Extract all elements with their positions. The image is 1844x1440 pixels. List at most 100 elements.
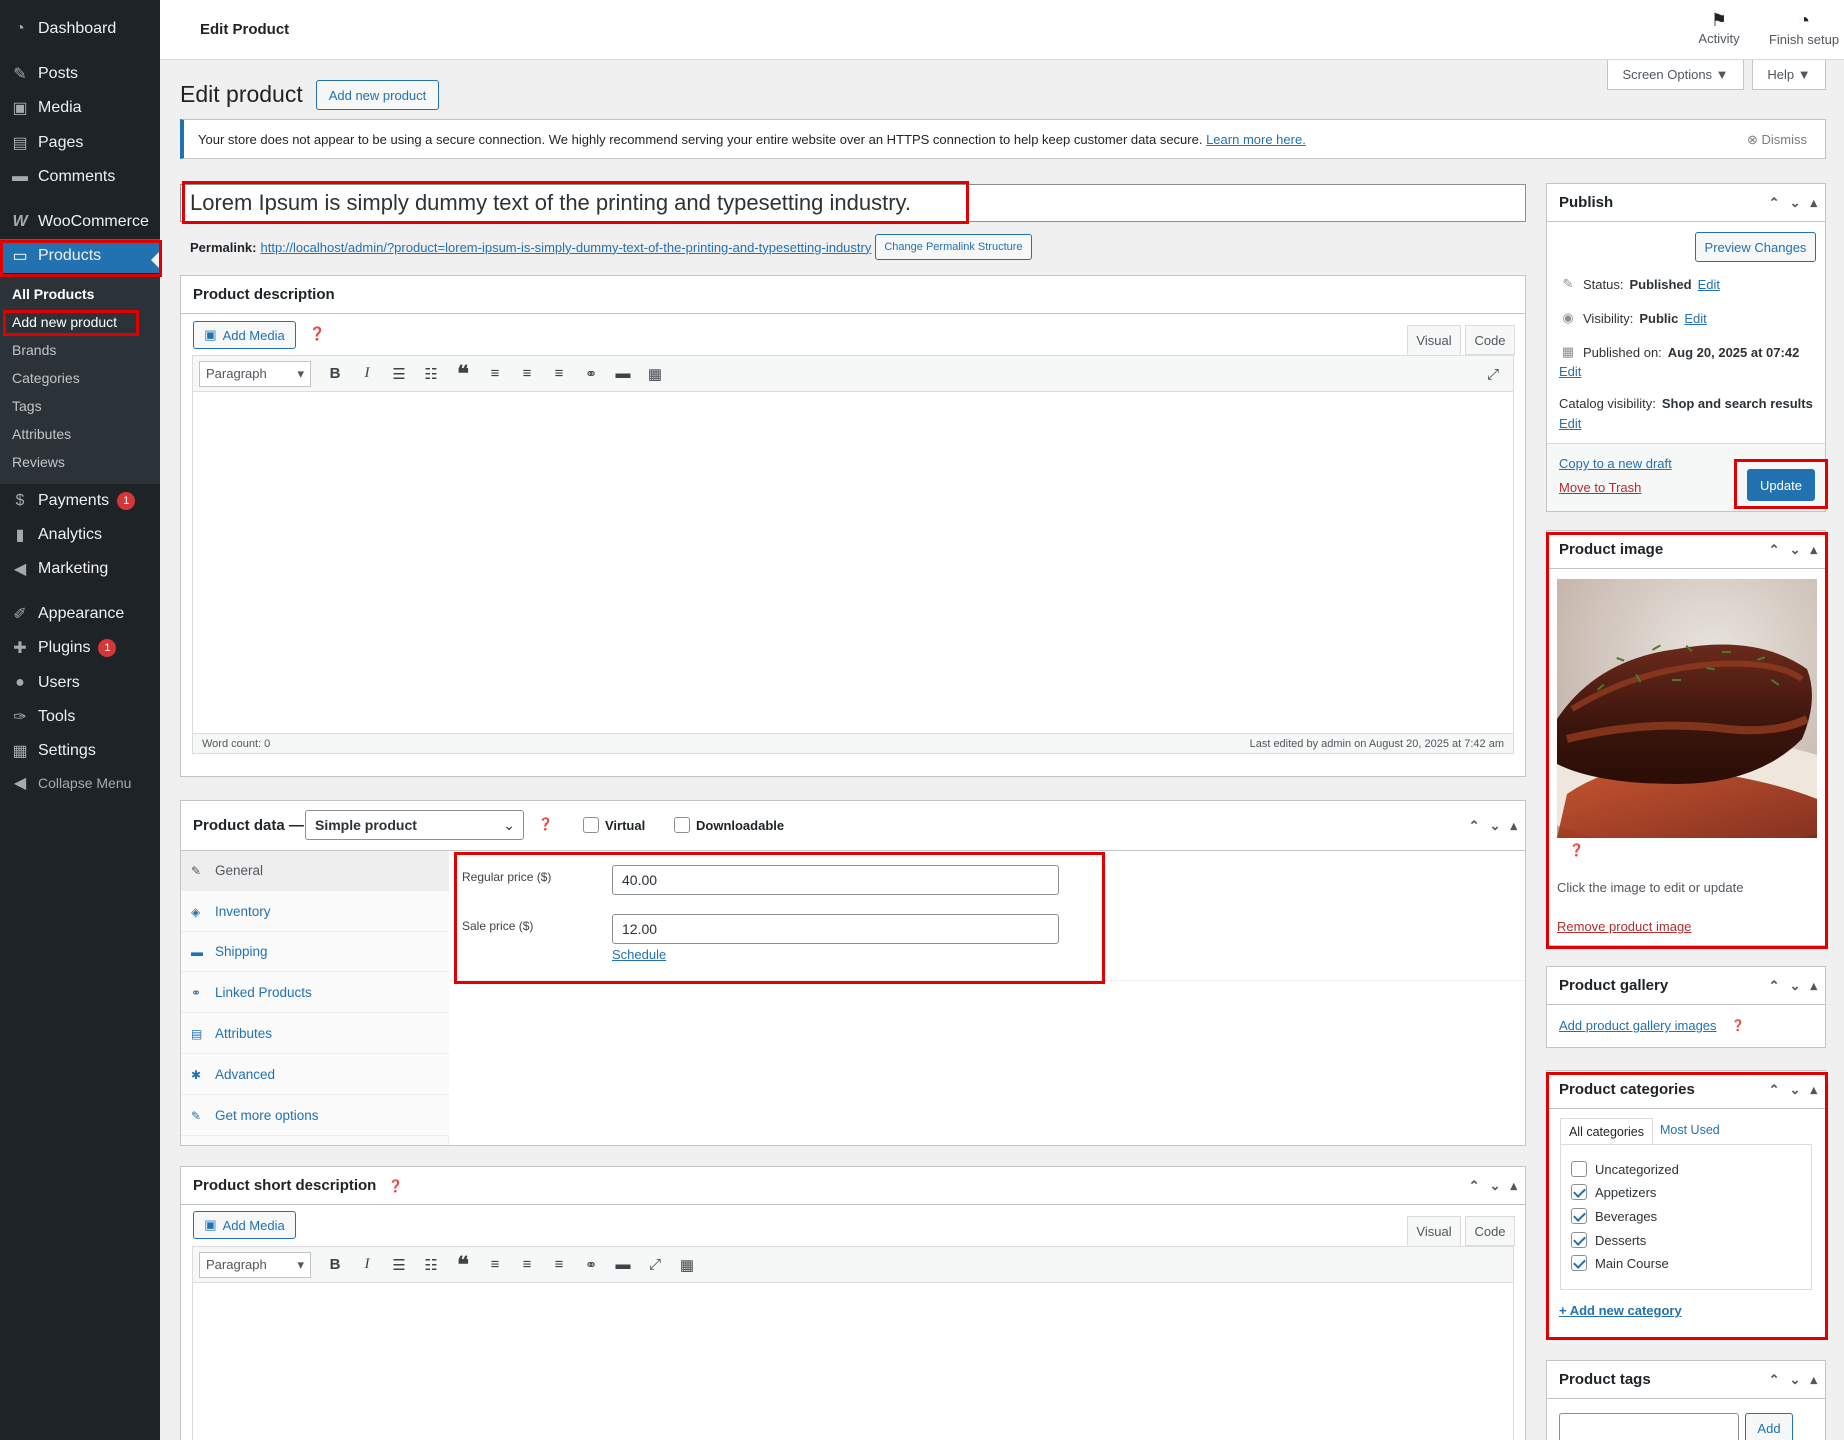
help-icon[interactable]: ❓	[388, 1179, 403, 1193]
downloadable-checkbox[interactable]: Downloadable	[674, 817, 784, 833]
move-down-icon[interactable]: ⌄	[1490, 818, 1501, 834]
menu-settings[interactable]: ▦ Settings	[0, 734, 160, 768]
checkbox-checked[interactable]	[1571, 1208, 1587, 1224]
menu-media[interactable]: ▣ Media	[0, 91, 160, 125]
add-tag-button[interactable]: Add	[1745, 1413, 1793, 1440]
sale-price-input[interactable]: 12.00	[612, 914, 1059, 944]
permalink-url[interactable]: http://localhost/admin/?product=lorem-ip…	[260, 240, 871, 255]
move-down-icon[interactable]: ⌄	[1790, 542, 1801, 558]
edit-date-link[interactable]: Edit	[1559, 364, 1581, 379]
tag-input[interactable]	[1559, 1413, 1739, 1440]
menu-pages[interactable]: ▤ Pages	[0, 126, 160, 160]
quote-icon[interactable]: ❝	[449, 360, 477, 388]
menu-dashboard[interactable]: ◔ Dashboard	[0, 12, 160, 46]
add-gallery-link[interactable]: Add product gallery images	[1559, 1018, 1717, 1033]
quote-icon[interactable]: ❝	[449, 1251, 477, 1279]
tab-code[interactable]: Code	[1465, 325, 1515, 355]
toggle-icon[interactable]: ▴	[1510, 818, 1517, 834]
preview-changes-button[interactable]: Preview Changes	[1695, 232, 1816, 262]
toggle-icon[interactable]: ▴	[1510, 1178, 1517, 1194]
edit-catalog-link[interactable]: Edit	[1559, 416, 1581, 431]
toolbar-toggle-icon[interactable]: ▦	[673, 1251, 701, 1279]
checkbox[interactable]	[674, 817, 690, 833]
move-up-icon[interactable]: ⌃	[1769, 195, 1780, 211]
fullscreen-icon[interactable]: ⤢	[1479, 360, 1507, 388]
activity-button[interactable]: ⚑ Activity	[1694, 10, 1744, 46]
regular-price-input[interactable]: 40.00	[612, 865, 1059, 895]
product-title-input[interactable]: Lorem Ipsum is simply dummy text of the …	[180, 184, 1526, 222]
tab-general[interactable]: ✎ General	[181, 851, 449, 891]
tab-attributes[interactable]: ▤ Attributes	[181, 1014, 449, 1054]
tab-get-more-options[interactable]: ✎ Get more options	[181, 1096, 449, 1136]
move-up-icon[interactable]: ⌃	[1769, 542, 1780, 558]
move-down-icon[interactable]: ⌄	[1790, 195, 1801, 211]
add-media-button[interactable]: ▣ Add Media	[193, 321, 296, 349]
copy-draft-link[interactable]: Copy to a new draft	[1559, 456, 1672, 471]
submenu-brands[interactable]: Brands	[12, 342, 56, 358]
category-uncategorized[interactable]: Uncategorized	[1571, 1161, 1679, 1177]
checkbox-checked[interactable]	[1571, 1184, 1587, 1200]
bullet-list-icon[interactable]: ☰	[385, 360, 413, 388]
category-main-course[interactable]: Main Course	[1571, 1255, 1669, 1271]
italic-icon[interactable]: I	[353, 1251, 381, 1279]
paragraph-select[interactable]: Paragraph ▾	[199, 1251, 311, 1278]
edit-status-link[interactable]: Edit	[1698, 277, 1720, 292]
align-left-icon[interactable]: ≡	[481, 1251, 509, 1279]
move-down-icon[interactable]: ⌄	[1790, 978, 1801, 994]
finish-setup-button[interactable]: ◔ Finish setup	[1764, 10, 1844, 47]
tab-linked-products[interactable]: ⚭ Linked Products	[181, 973, 449, 1013]
link-icon[interactable]: ⚭	[577, 1251, 605, 1279]
help-icon[interactable]: ❓	[1569, 843, 1584, 857]
product-image[interactable]	[1557, 579, 1817, 838]
align-right-icon[interactable]: ≡	[545, 1251, 573, 1279]
tab-most-used[interactable]: Most Used	[1660, 1123, 1720, 1137]
category-appetizers[interactable]: Appetizers	[1571, 1184, 1656, 1200]
menu-plugins[interactable]: ✚ Plugins 1	[0, 631, 160, 665]
submenu-tags[interactable]: Tags	[12, 398, 42, 414]
help-icon[interactable]: ❓	[538, 817, 553, 831]
tab-code[interactable]: Code	[1465, 1216, 1515, 1246]
help-icon[interactable]: ❓	[1731, 1019, 1745, 1032]
checkbox-checked[interactable]	[1571, 1232, 1587, 1248]
fullscreen-icon[interactable]: ⤢	[641, 1251, 669, 1279]
toggle-icon[interactable]: ▴	[1810, 195, 1817, 211]
tab-advanced[interactable]: ✱ Advanced	[181, 1055, 449, 1095]
editor-area[interactable]: Paragraph ▾ B I ☰ ☷ ❝ ≡ ≡ ≡ ⚭ ▬ ▦ ⤢ Word …	[192, 355, 1514, 754]
read-more-icon[interactable]: ▬	[609, 360, 637, 388]
toggle-icon[interactable]: ▴	[1810, 1372, 1817, 1388]
bold-icon[interactable]: B	[321, 1251, 349, 1279]
menu-posts[interactable]: ✎ Posts	[0, 57, 160, 91]
italic-icon[interactable]: I	[353, 360, 381, 388]
menu-users[interactable]: ● Users	[0, 666, 160, 700]
tab-all-categories[interactable]: All categories	[1560, 1118, 1653, 1144]
tab-visual[interactable]: Visual	[1407, 325, 1461, 355]
move-to-trash-link[interactable]: Move to Trash	[1559, 480, 1641, 495]
checkbox-checked[interactable]	[1571, 1255, 1587, 1271]
short-editor-area[interactable]: Paragraph ▾ B I ☰ ☷ ❝ ≡ ≡ ≡ ⚭ ▬ ⤢ ▦	[192, 1246, 1514, 1440]
move-up-icon[interactable]: ⌃	[1769, 978, 1780, 994]
move-up-icon[interactable]: ⌃	[1469, 818, 1480, 834]
paragraph-select[interactable]: Paragraph ▾	[199, 360, 311, 387]
toggle-icon[interactable]: ▴	[1810, 1082, 1817, 1098]
bullet-list-icon[interactable]: ☰	[385, 1251, 413, 1279]
submenu-reviews[interactable]: Reviews	[12, 454, 65, 470]
bold-icon[interactable]: B	[321, 360, 349, 388]
tab-inventory[interactable]: ◈ Inventory	[181, 892, 449, 932]
move-down-icon[interactable]: ⌄	[1490, 1178, 1501, 1194]
checkbox[interactable]	[583, 817, 599, 833]
move-up-icon[interactable]: ⌃	[1769, 1372, 1780, 1388]
move-up-icon[interactable]: ⌃	[1469, 1178, 1480, 1194]
toggle-icon[interactable]: ▴	[1810, 542, 1817, 558]
align-left-icon[interactable]: ≡	[481, 360, 509, 388]
submenu-all-products[interactable]: All Products	[12, 286, 94, 302]
numbered-list-icon[interactable]: ☷	[417, 1251, 445, 1279]
checkbox[interactable]	[1571, 1161, 1587, 1177]
add-new-product-button[interactable]: Add new product	[316, 80, 439, 110]
align-right-icon[interactable]: ≡	[545, 360, 573, 388]
menu-payments[interactable]: $ Payments 1	[0, 484, 160, 518]
submenu-categories[interactable]: Categories	[12, 370, 80, 386]
menu-appearance[interactable]: ✐ Appearance	[0, 597, 160, 631]
move-up-icon[interactable]: ⌃	[1769, 1082, 1780, 1098]
help-icon[interactable]: ❓	[309, 326, 325, 342]
menu-tools[interactable]: ✑ Tools	[0, 700, 160, 734]
